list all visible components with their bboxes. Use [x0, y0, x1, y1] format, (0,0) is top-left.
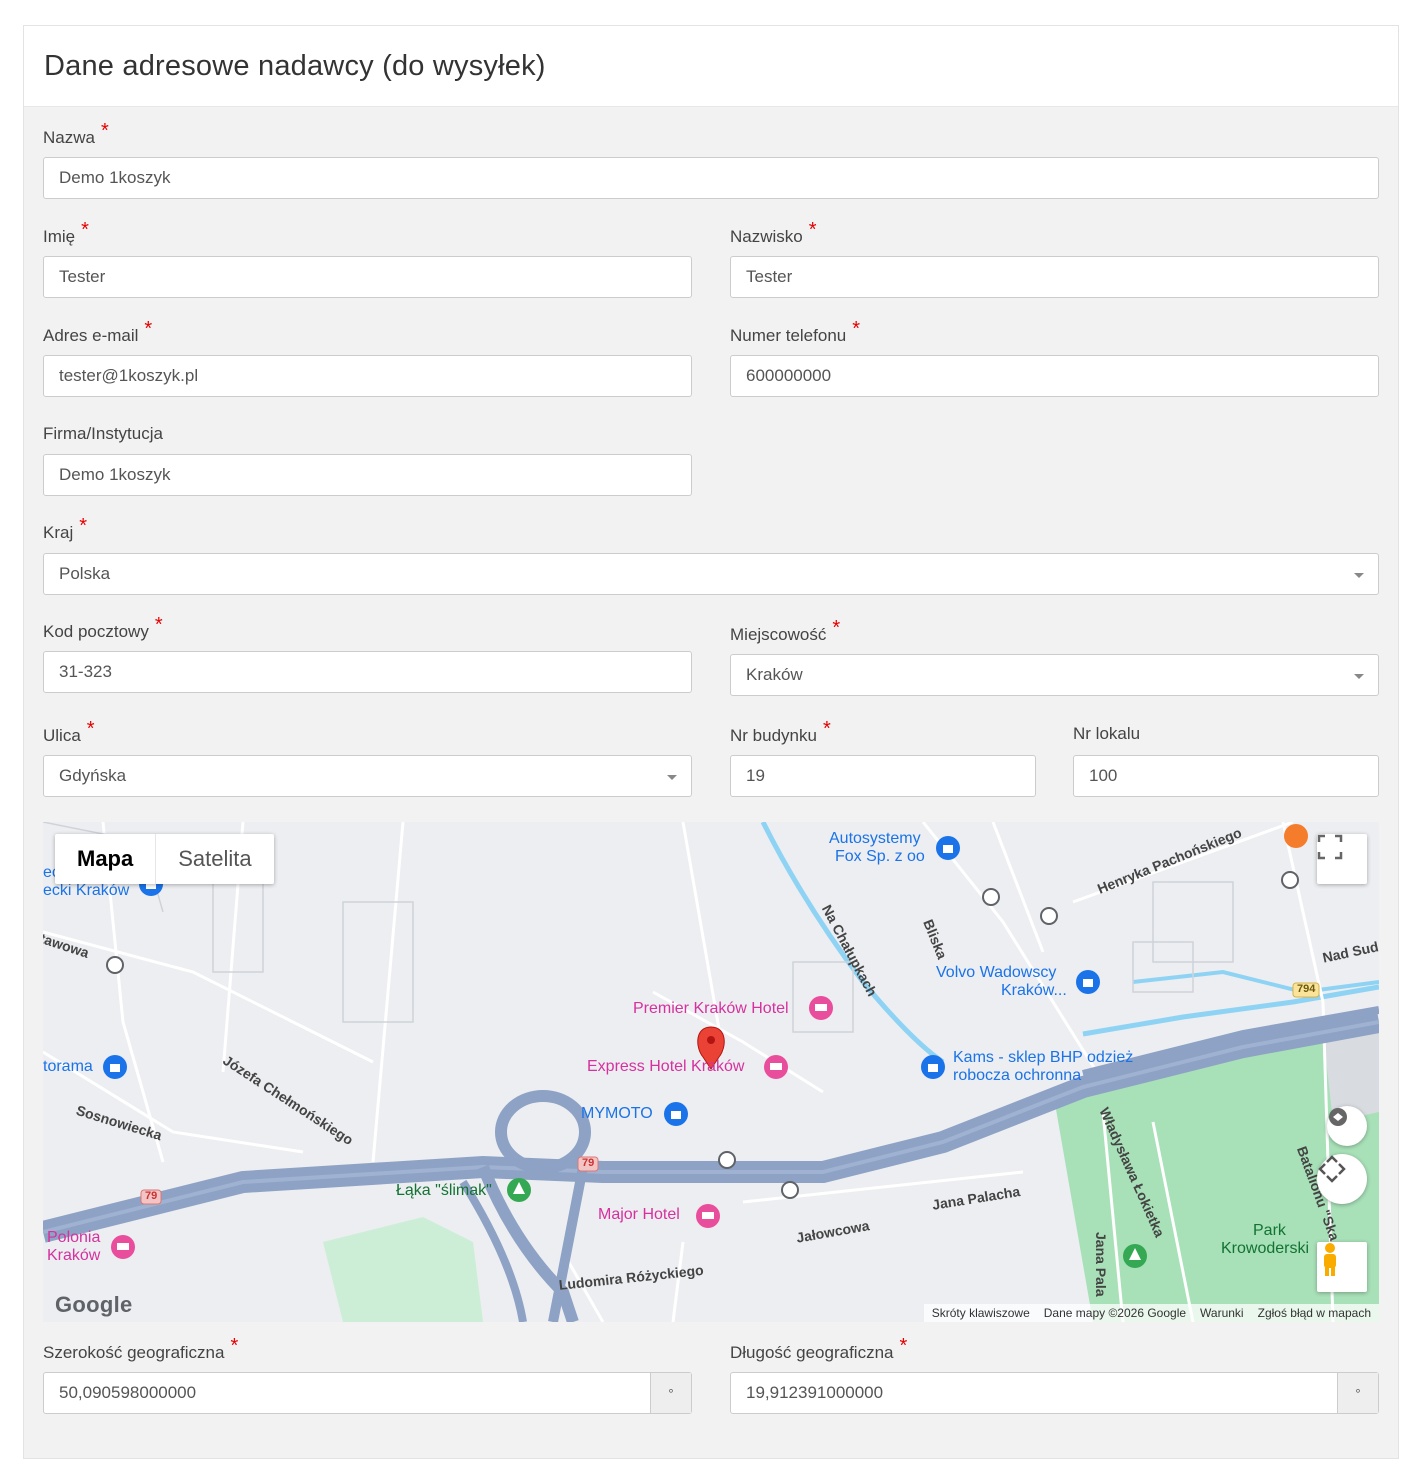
route-label: 79	[582, 1157, 595, 1169]
poi-label[interactable]: torama	[43, 1058, 93, 1076]
park-marker-icon[interactable]	[507, 1178, 531, 1202]
firma-input[interactable]: Demo 1koszyk	[43, 454, 692, 496]
poi-label[interactable]: Kraków...	[1001, 982, 1067, 1000]
degree-addon: °	[1337, 1373, 1378, 1413]
park-marker-icon[interactable]	[1123, 1244, 1147, 1268]
report-error-link[interactable]: Zgłoś błąd w mapach	[1258, 1306, 1371, 1320]
latitude-input[interactable]: 50,090598000000 °	[43, 1372, 692, 1414]
map-type-map-button[interactable]: Mapa	[55, 834, 157, 884]
required-mark: *	[79, 515, 88, 537]
kraj-label: Kraj *	[43, 515, 88, 542]
google-logo: Google	[55, 1292, 133, 1317]
shop-marker-icon[interactable]	[921, 1055, 945, 1079]
poi-label[interactable]: Volvo Wadowscy	[936, 964, 1056, 982]
chevron-down-icon	[1354, 674, 1364, 679]
nazwisko-input[interactable]: Tester	[730, 256, 1379, 298]
poi-label[interactable]: Autosystemy	[829, 830, 921, 848]
kod-input[interactable]: 31-323	[43, 651, 692, 693]
required-mark: *	[81, 219, 89, 241]
longitude-input[interactable]: 19,912391000000 °	[730, 1372, 1379, 1414]
hotel-marker-icon[interactable]	[696, 1204, 720, 1228]
required-mark: *	[832, 617, 841, 639]
hotel-marker-icon[interactable]	[111, 1235, 135, 1259]
poi-label[interactable]: Park	[1253, 1222, 1286, 1240]
hotel-marker-icon[interactable]	[764, 1055, 788, 1079]
shop-marker-icon[interactable]	[936, 836, 960, 860]
nr-budynku-input[interactable]: 19	[730, 755, 1036, 797]
nazwa-label: Nazwa *	[43, 120, 109, 147]
chevron-down-icon	[1354, 573, 1364, 578]
panel-title: Dane adresowe nadawcy (do wysyłek)	[44, 49, 546, 82]
shop-marker-icon[interactable]	[1076, 970, 1100, 994]
miejscowosc-select[interactable]: Kraków	[730, 654, 1379, 696]
terms-link[interactable]: Warunki	[1200, 1306, 1244, 1320]
tilt-button[interactable]	[1327, 1106, 1367, 1146]
poi-label[interactable]: Krowoderski	[1221, 1240, 1309, 1258]
street-view-pegman-button[interactable]	[1317, 1242, 1367, 1292]
miejscowosc-label: Miejscowość *	[730, 617, 841, 644]
szerokosc-label: Szerokość geograficzna *	[43, 1335, 239, 1362]
route-label: 79	[145, 1190, 158, 1202]
map-attribution: Skróty klawiszowe Dane mapy ©2026 Google…	[923, 1304, 1379, 1322]
layers-icon	[1329, 1108, 1347, 1126]
degree-addon: °	[650, 1373, 691, 1413]
required-mark: *	[100, 120, 109, 142]
email-input[interactable]: tester@1koszyk.pl	[43, 355, 692, 397]
imie-label: Imię *	[43, 219, 89, 246]
location-map[interactable]: 79 79 794 Józefa Chełmońskiego Sosnowiec…	[43, 822, 1379, 1322]
ulica-label: Ulica *	[43, 718, 95, 745]
required-mark: *	[86, 718, 95, 740]
email-label: Adres e-mail *	[43, 318, 153, 345]
map-type-satellite-button[interactable]: Satelita	[156, 834, 273, 884]
kod-label: Kod pocztowy *	[43, 614, 163, 641]
poi-label[interactable]: Kraków	[47, 1247, 100, 1265]
poi-label[interactable]: robocza ochronna	[953, 1067, 1081, 1085]
poi-label[interactable]: Major Hotel	[598, 1206, 680, 1224]
imie-input[interactable]: Tester	[43, 256, 692, 298]
fullscreen-button[interactable]	[1317, 834, 1367, 884]
poi-label[interactable]: Polonia	[47, 1229, 100, 1247]
keyboard-shortcuts-link[interactable]: Skróty klawiszowe	[932, 1306, 1030, 1320]
required-mark: *	[822, 718, 831, 740]
camera-control-button[interactable]	[1317, 1154, 1367, 1204]
dlugosc-label: Długość geograficzna *	[730, 1335, 908, 1362]
required-mark: *	[154, 614, 163, 636]
pegman-icon	[1324, 1243, 1336, 1276]
poi-label[interactable]: Łąka "ślimak"	[396, 1182, 492, 1200]
nazwa-input[interactable]: Demo 1koszyk	[43, 157, 1379, 199]
ulica-select[interactable]: Gdyńska	[43, 755, 692, 797]
shop-marker-icon[interactable]	[664, 1102, 688, 1126]
hotel-marker-icon[interactable]	[809, 996, 833, 1020]
map-type-control: Mapa Satelita	[55, 834, 274, 884]
move-arrows-icon	[1318, 1155, 1346, 1183]
required-mark: *	[144, 318, 153, 340]
nr-lokalu-input[interactable]: 100	[1073, 755, 1379, 797]
poi-label[interactable]: Express Hotel Kraków	[587, 1058, 744, 1076]
poi-label[interactable]: Premier Kraków Hotel	[633, 1000, 789, 1018]
nr-lokalu-label: Nr lokalu	[1073, 724, 1141, 743]
map-data-text: Dane mapy ©2026 Google	[1043, 1306, 1187, 1320]
chevron-down-icon	[667, 775, 677, 780]
firma-label: Firma/Instytucja	[43, 424, 163, 443]
poi-label[interactable]: Kams - sklep BHP odzież	[953, 1049, 1133, 1067]
fullscreen-icon	[1317, 834, 1343, 860]
required-mark: *	[852, 318, 861, 340]
telefon-label: Numer telefonu *	[730, 318, 861, 345]
sender-address-panel: Dane adresowe nadawcy (do wysyłek) Nazwa…	[23, 25, 1399, 1459]
telefon-input[interactable]: 600000000	[730, 355, 1379, 397]
poi-label[interactable]: MYMOTO	[581, 1105, 653, 1123]
poi-label[interactable]: Fox Sp. z oo	[835, 848, 925, 866]
shop-marker-icon[interactable]	[103, 1055, 127, 1079]
street-label: Jana Pala	[1093, 1232, 1109, 1297]
kraj-select[interactable]: Polska	[43, 553, 1379, 595]
required-mark: *	[808, 219, 817, 241]
restaurant-marker-icon[interactable]	[1284, 824, 1308, 848]
required-mark: *	[230, 1335, 239, 1357]
required-mark: *	[899, 1335, 908, 1357]
route-label: 794	[1297, 983, 1316, 995]
poi-label[interactable]: ecki Kraków	[43, 882, 129, 900]
panel-header: Dane adresowe nadawcy (do wysyłek)	[24, 26, 1398, 107]
nr-budynku-label: Nr budynku *	[730, 718, 831, 745]
nazwisko-label: Nazwisko *	[730, 219, 817, 246]
